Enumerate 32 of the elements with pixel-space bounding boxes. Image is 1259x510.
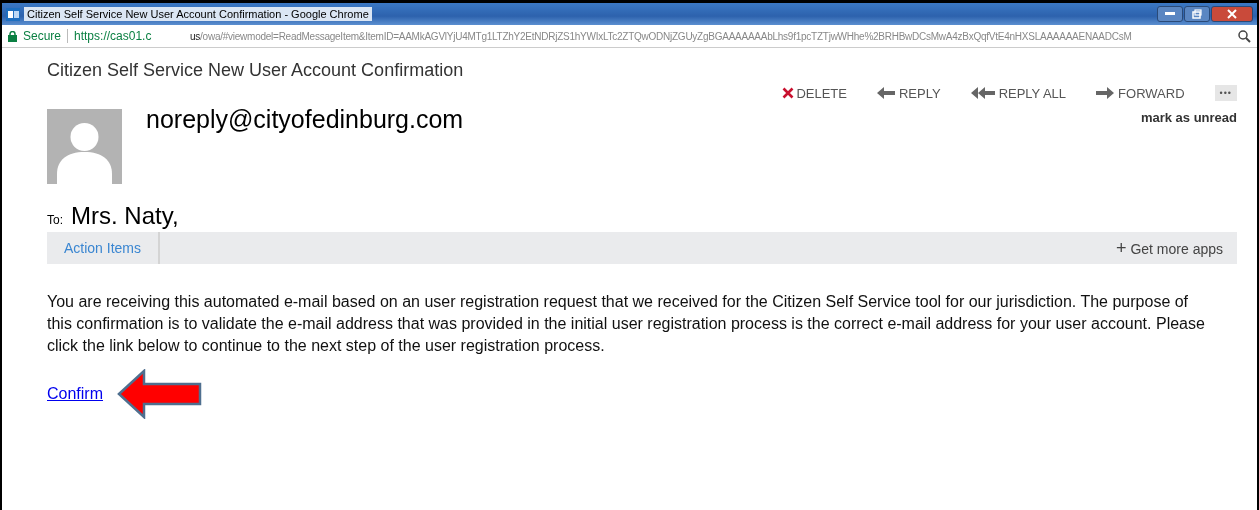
restore-icon — [1192, 9, 1202, 19]
minimize-icon — [1165, 12, 1175, 16]
lock-icon — [8, 30, 17, 42]
message-body: You are receiving this automated e-mail based on an user registration request that we received for the Citizen Self Service tool for our jurisdiction. The purpose of this confirmation is to validate the e-mail address that was provided in the initial user registration process is the correct e-mail address for your user account. Please click the link below to continue to the next step of the user registration process. — [47, 292, 1206, 356]
mark-unread-link[interactable]: mark as unread — [1140, 110, 1237, 125]
mail-app-icon — [6, 7, 20, 21]
delete-icon — [782, 87, 795, 99]
reply-all-icon — [970, 87, 995, 99]
sender-address: noreply@cityofedinburg.com — [146, 105, 464, 134]
forward-button[interactable]: FORWARD — [1096, 85, 1185, 101]
restore-button[interactable] — [1184, 6, 1210, 22]
delete-button[interactable]: DELETE — [782, 85, 847, 101]
forward-icon — [1096, 87, 1115, 99]
reply-icon — [876, 87, 895, 99]
to-label: To: — [47, 213, 63, 227]
get-more-apps-button[interactable]: + Get more apps — [1102, 232, 1237, 264]
url-text: https://cas01.c — [74, 29, 153, 43]
reply-all-button[interactable]: REPLY ALL — [970, 85, 1067, 101]
secure-label: Secure — [23, 29, 62, 43]
window-title: Citizen Self Service New User Account Confirmation - Google Chrome — [24, 7, 372, 21]
avatar-icon — [47, 109, 122, 184]
close-icon — [1227, 9, 1237, 19]
close-button[interactable] — [1211, 6, 1253, 22]
message-subject: Citizen Self Service New User Account Confirmation — [47, 60, 465, 81]
arrow-icon — [117, 369, 203, 419]
zoom-icon[interactable] — [1238, 29, 1251, 43]
minimize-button[interactable] — [1157, 6, 1183, 22]
url-text: us/owa/#viewmodel=ReadMessageItem&ItemID=AAMkAGVlYjU4MTg1LTZhY2EtNDRjZS1hYWIxLTc2ZTQwODNjZGUyZgBGAAAAAAAbLhs9f1pcTZTjwWHhe%2BRHBwDCsMwA4zBxQqfVtE4nHXSLAAAAAAENAADCsM — [190, 30, 1132, 42]
reply-button[interactable]: REPLY — [876, 85, 941, 101]
recipient-name: Mrs. Naty, — [71, 202, 179, 230]
more-button[interactable]: ••• — [1214, 85, 1237, 101]
confirm-link[interactable]: Confirm — [47, 385, 103, 403]
